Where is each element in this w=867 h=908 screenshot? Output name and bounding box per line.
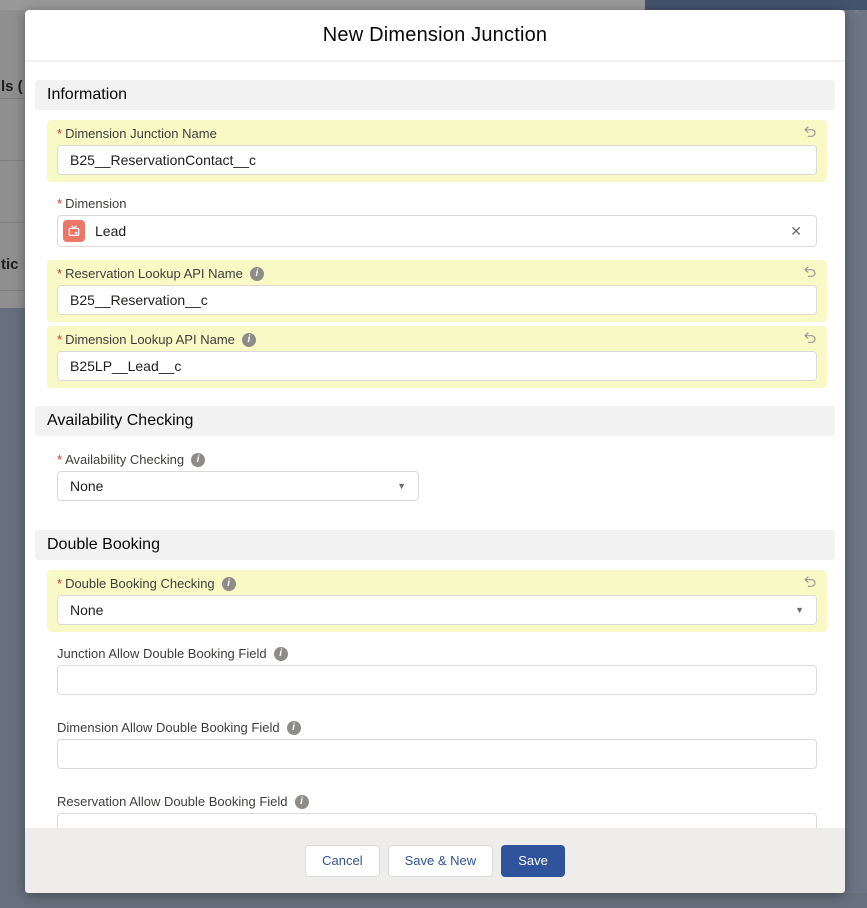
field-label-row: * Availability Checking i <box>57 451 817 469</box>
info-glyph: i <box>300 796 303 807</box>
required-marker: * <box>57 331 62 349</box>
field-reservation-lookup-api-name: * Reservation Lookup API Name i <box>47 260 827 322</box>
clear-icon[interactable]: ✕ <box>788 223 804 240</box>
lead-object-icon <box>63 220 85 242</box>
reservation-lookup-api-name-input[interactable] <box>57 285 817 315</box>
background-text-fragment: ls ( <box>1 78 23 95</box>
availability-checking-select[interactable]: None ▼ <box>57 471 419 501</box>
save-and-new-button[interactable]: Save & New <box>388 845 494 877</box>
info-icon[interactable]: i <box>191 453 205 467</box>
info-glyph: i <box>227 578 230 589</box>
info-icon[interactable]: i <box>287 721 301 735</box>
dimension-allow-input[interactable] <box>57 739 817 769</box>
background-left-strip: ls ( tic <box>0 10 25 308</box>
section-availability-checking: Availability Checking <box>35 406 835 436</box>
junction-allow-label: Junction Allow Double Booking Field <box>57 645 267 663</box>
save-button[interactable]: Save <box>501 845 565 877</box>
required-marker: * <box>57 195 62 213</box>
field-label-row: * Reservation Lookup API Name i <box>57 265 817 283</box>
section-information: Information <box>35 80 835 110</box>
field-dimension-lookup-api-name: * Dimension Lookup API Name i <box>47 326 827 388</box>
required-marker: * <box>57 125 62 143</box>
background-left-lower <box>0 308 25 908</box>
field-dimension-allow-double-booking: Dimension Allow Double Booking Field i <box>47 714 827 774</box>
cancel-button[interactable]: Cancel <box>305 845 379 877</box>
dimension-lookup-combobox[interactable]: Lead ✕ <box>57 215 817 247</box>
modal-body: Information * Dimension Junction Name * … <box>25 62 845 848</box>
double-booking-checking-select[interactable]: None ▼ <box>57 595 817 625</box>
section-information-label: Information <box>47 86 127 104</box>
background-row-divider <box>0 222 25 223</box>
dimension-lookup-api-name-input[interactable] <box>57 351 817 381</box>
info-glyph: i <box>197 454 200 465</box>
dimension-lookup-api-name-label: Dimension Lookup API Name <box>65 331 235 349</box>
undo-icon[interactable] <box>802 124 818 145</box>
required-marker: * <box>57 451 62 469</box>
background-text-fragment: tic <box>1 256 19 273</box>
info-glyph: i <box>255 268 258 279</box>
dimension-junction-name-label: Dimension Junction Name <box>65 125 217 143</box>
info-glyph: i <box>247 334 250 345</box>
double-booking-checking-label: Double Booking Checking <box>65 575 215 593</box>
dimension-selected-value: Lead <box>95 223 788 239</box>
dropdown-arrow-icon: ▼ <box>795 605 804 615</box>
undo-icon[interactable] <box>802 574 818 595</box>
info-icon[interactable]: i <box>222 577 236 591</box>
field-double-booking-checking: * Double Booking Checking i None ▼ <box>47 570 827 632</box>
background-bottom-strip <box>0 893 867 908</box>
field-label-row: * Double Booking Checking i <box>57 575 817 593</box>
field-label-row: Reservation Allow Double Booking Field i <box>57 793 817 811</box>
undo-icon[interactable] <box>802 330 818 351</box>
field-label-row: Junction Allow Double Booking Field i <box>57 645 817 663</box>
availability-checking-label: Availability Checking <box>65 451 184 469</box>
new-dimension-junction-modal: New Dimension Junction Information * Dim… <box>25 10 845 893</box>
background-row-divider <box>0 160 25 161</box>
modal-footer: Cancel Save & New Save <box>25 828 845 893</box>
field-dimension-junction-name: * Dimension Junction Name <box>47 120 827 182</box>
dimension-junction-name-input[interactable] <box>57 145 817 175</box>
double-booking-checking-value: None <box>70 602 795 618</box>
field-label-row: * Dimension Junction Name <box>57 125 817 143</box>
junction-allow-input[interactable] <box>57 665 817 695</box>
background-right-strip <box>845 10 867 908</box>
info-glyph: i <box>292 722 295 733</box>
reservation-allow-label: Reservation Allow Double Booking Field <box>57 793 288 811</box>
info-icon[interactable]: i <box>250 267 264 281</box>
info-icon[interactable]: i <box>274 647 288 661</box>
info-icon[interactable]: i <box>242 333 256 347</box>
section-double-booking: Double Booking <box>35 530 835 560</box>
dropdown-arrow-icon: ▼ <box>397 481 406 491</box>
field-junction-allow-double-booking: Junction Allow Double Booking Field i <box>47 640 827 700</box>
field-availability-checking: * Availability Checking i None ▼ <box>47 446 827 506</box>
field-label-row: Dimension Allow Double Booking Field i <box>57 719 817 737</box>
field-dimension: * Dimension Lead ✕ <box>47 190 827 252</box>
field-label-row: * Dimension Lookup API Name i <box>57 331 817 349</box>
required-marker: * <box>57 575 62 593</box>
background-row-divider <box>0 290 25 291</box>
background-row-divider <box>0 98 25 99</box>
availability-checking-value: None <box>70 478 397 494</box>
section-double-booking-label: Double Booking <box>47 536 160 554</box>
required-marker: * <box>57 265 62 283</box>
undo-icon[interactable] <box>802 264 818 285</box>
info-glyph: i <box>279 648 282 659</box>
background-top-band <box>0 0 645 10</box>
modal-header: New Dimension Junction <box>25 10 845 62</box>
dimension-allow-label: Dimension Allow Double Booking Field <box>57 719 280 737</box>
field-label-row: * Dimension <box>57 195 817 213</box>
section-availability-label: Availability Checking <box>47 412 193 430</box>
background-navy-header <box>645 0 867 10</box>
reservation-lookup-api-name-label: Reservation Lookup API Name <box>65 265 243 283</box>
modal-title: New Dimension Junction <box>323 24 548 47</box>
dimension-label: Dimension <box>65 195 126 213</box>
info-icon[interactable]: i <box>295 795 309 809</box>
